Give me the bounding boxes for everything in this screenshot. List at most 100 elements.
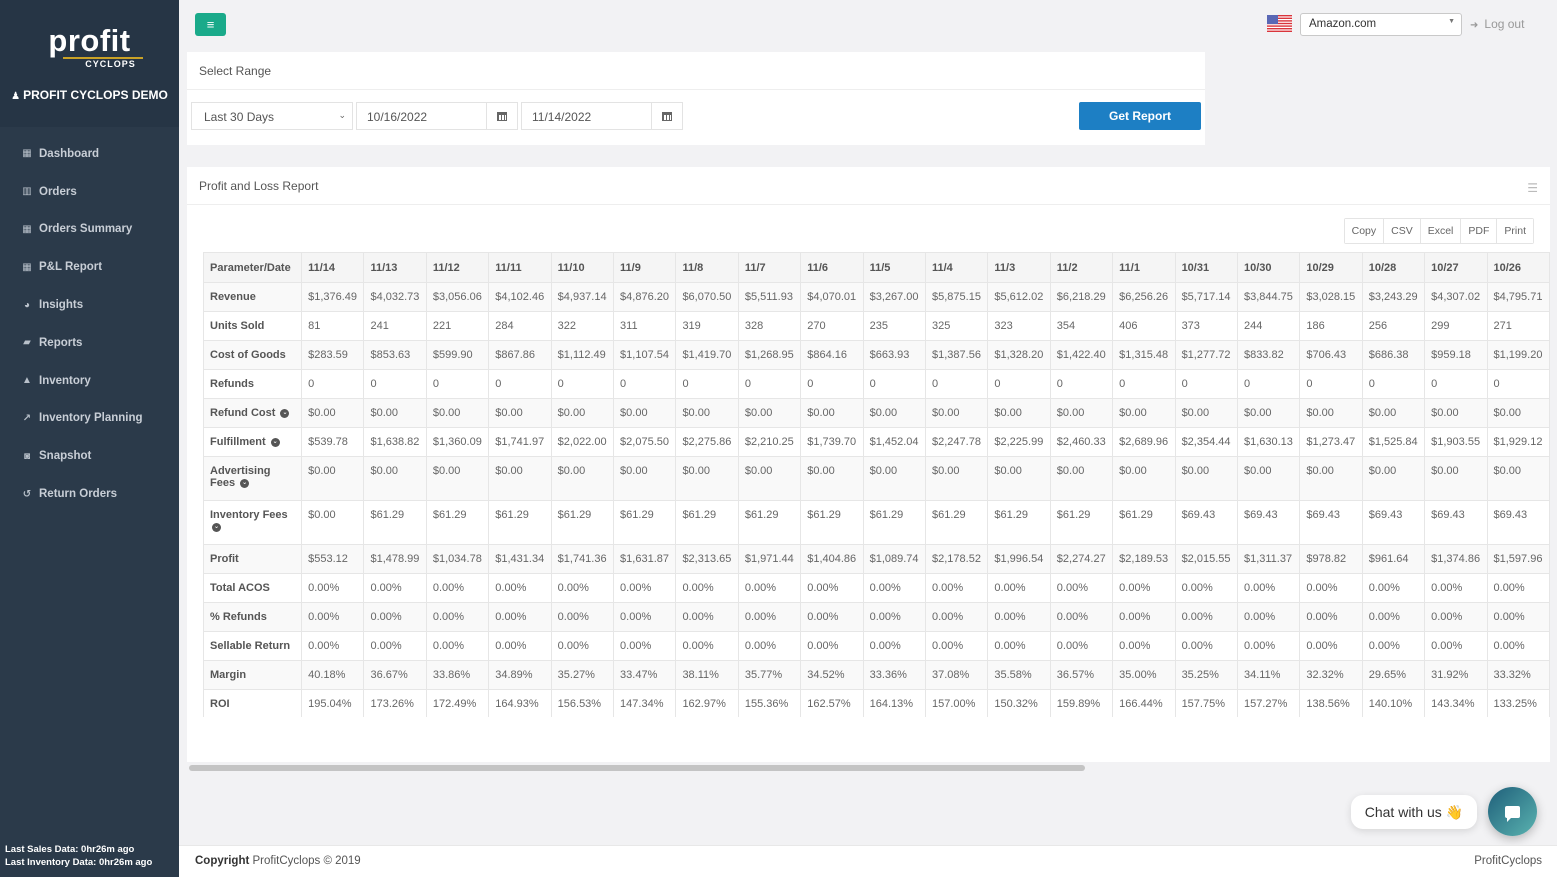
sidebar-item-inventory[interactable]: ▲ Inventory (0, 362, 179, 400)
table-cell: 33.32% (1486, 660, 1550, 690)
chevron-circle-down-icon[interactable]: ⌄ (212, 522, 221, 532)
column-header-date[interactable]: 10/27 (1424, 252, 1488, 283)
table-row: Advertising Fees ⌄ $0.00 $0.00 $0.00 $0.00 $0… (203, 456, 1550, 501)
column-header-date[interactable]: 11/12 (425, 252, 490, 283)
marketplace-select[interactable]: Amazon.com ▼ (1300, 13, 1462, 36)
chat-with-us-button[interactable]: Chat with us 👋 (1351, 795, 1477, 829)
table-cell: 373 (1174, 311, 1238, 341)
column-header-date[interactable]: 11/7 (737, 252, 802, 283)
export-csv-button[interactable]: CSV (1383, 219, 1420, 243)
column-header-date[interactable]: 11/4 (924, 252, 989, 283)
column-header-date[interactable]: 11/14 (301, 252, 365, 283)
table-cell: 35.27% (550, 660, 615, 690)
table-cell: 0.00% (550, 573, 615, 603)
chevron-circle-down-icon[interactable]: ⌄ (280, 408, 290, 418)
column-header-date[interactable]: 11/13 (363, 252, 427, 283)
table-cell: $706.43 (1299, 340, 1363, 370)
column-header-parameter[interactable]: Parameter/Date (203, 252, 303, 283)
data-freshness: Last Sales Data: 0hr26m ago Last Invento… (5, 844, 152, 869)
export-print-button[interactable]: Print (1496, 219, 1533, 243)
column-header-date[interactable]: 11/11 (488, 252, 552, 283)
column-header-date[interactable]: 11/2 (1049, 252, 1114, 283)
table-cell: 0 (488, 369, 552, 399)
column-header-date[interactable]: 11/1 (1112, 252, 1176, 283)
end-date-calendar-button[interactable] (651, 102, 683, 130)
sidebar-item-return-orders[interactable]: ↺ Return Orders (0, 475, 179, 513)
start-date-input[interactable]: 10/16/2022 (356, 102, 486, 130)
period-select[interactable]: Last 30 Days ⌄ (191, 102, 353, 130)
table-cell: $0.00 (924, 456, 989, 501)
column-header-date[interactable]: 11/10 (550, 252, 615, 283)
table-cell: $283.59 (301, 340, 365, 370)
export-excel-button[interactable]: Excel (1419, 219, 1461, 243)
sidebar-item-inventory-planning[interactable]: ↗ Inventory Planning (0, 400, 179, 438)
column-header-date[interactable]: 10/31 (1174, 252, 1238, 283)
start-date-calendar-button[interactable] (486, 102, 518, 130)
logo[interactable]: profit CYCLOPS (0, 25, 179, 70)
table-cell: 0.00% (1174, 602, 1238, 632)
table-cell: 0.00% (1361, 573, 1426, 603)
table-cell: 0.00% (737, 631, 802, 661)
select-range-title: Select Range (187, 52, 1205, 90)
table-cell: $0.00 (1174, 398, 1238, 428)
column-header-date[interactable]: 10/30 (1236, 252, 1301, 283)
table-cell: 0.00% (613, 602, 677, 632)
column-header-date[interactable]: 11/5 (862, 252, 927, 283)
table-cell: 319 (675, 311, 739, 341)
chevron-circle-down-icon[interactable]: ⌄ (240, 478, 250, 488)
get-report-button[interactable]: Get Report (1079, 102, 1201, 130)
column-header-date[interactable]: 11/3 (987, 252, 1051, 283)
pnl-table: Parameter/Date 11/14 11/13 11/12 11/11 11/10 1… (203, 252, 1550, 717)
column-header-date[interactable]: 10/26 (1486, 252, 1550, 283)
column-header-date[interactable]: 11/9 (613, 252, 677, 283)
hamburger-icon: ≡ (206, 17, 215, 32)
sidebar-item-dashboard[interactable]: ▦ Dashboard (0, 135, 179, 173)
column-header-date[interactable]: 11/6 (800, 252, 864, 283)
table-cell: 0.00% (301, 602, 365, 632)
table-cell: $0.00 (862, 456, 927, 501)
row-label: Units Sold (203, 311, 303, 341)
row-label-text: Inventory Fees (210, 509, 288, 521)
column-header-date[interactable]: 10/29 (1299, 252, 1363, 283)
row-label[interactable]: Fulfillment ⌄ (203, 427, 303, 457)
table-cell: $833.82 (1236, 340, 1301, 370)
chevron-circle-down-icon[interactable]: ⌄ (270, 437, 280, 447)
table-cell: 323 (987, 311, 1051, 341)
table-cell: $1,638.82 (363, 427, 427, 457)
list-icon[interactable]: ☰ (1527, 181, 1538, 195)
chat-launcher-button[interactable] (1488, 787, 1537, 836)
sidebar-item-insights[interactable]: ◕ Insights (0, 286, 179, 324)
table-cell: 0.00% (1299, 631, 1363, 661)
table-cell: 164.93% (488, 689, 552, 717)
table-cell: 33.47% (613, 660, 677, 690)
sidebar-item-snapshot[interactable]: ◙ Snapshot (0, 437, 179, 475)
row-label[interactable]: Advertising Fees ⌄ (203, 456, 303, 501)
export-pdf-button[interactable]: PDF (1460, 219, 1497, 243)
table-cell: $2,225.99 (987, 427, 1051, 457)
table-cell: 0.00% (800, 602, 864, 632)
sidebar-item-orders-summary[interactable]: ▦ Orders Summary (0, 211, 179, 249)
row-label[interactable]: Inventory Fees ⌄ (203, 500, 303, 545)
table-cell: 325 (924, 311, 989, 341)
sidebar-item-p-l-report[interactable]: ▦ P&L Report (0, 248, 179, 286)
table-cell: $3,028.15 (1299, 282, 1363, 312)
end-date-input[interactable]: 11/14/2022 (521, 102, 651, 130)
column-header-date[interactable]: 11/8 (675, 252, 739, 283)
table-cell: $0.00 (987, 398, 1051, 428)
table-cell: $2,210.25 (737, 427, 802, 457)
menu-toggle-button[interactable]: ≡ (195, 13, 226, 36)
logout-link[interactable]: ➜ Log out (1470, 17, 1524, 31)
export-copy-button[interactable]: Copy (1344, 219, 1384, 243)
scrollbar-thumb[interactable] (189, 765, 1085, 771)
table-cell: $0.00 (1112, 456, 1176, 501)
row-label[interactable]: Refund Cost ⌄ (203, 398, 303, 428)
sidebar-item-reports[interactable]: ▰ Reports (0, 324, 179, 362)
horizontal-scrollbar[interactable] (189, 764, 1550, 772)
table-row: Fulfillment ⌄ $539.78 $1,638.82 $1,360.09 $1… (203, 427, 1550, 457)
sidebar-item-orders[interactable]: ▥ Orders (0, 173, 179, 211)
sidebar-nav: ▦ Dashboard ▥ Orders ▦ Orders Summary ▦ P&L Rep… (0, 127, 179, 513)
sidebar-item-label: Insights (39, 299, 84, 312)
table-row: Total ACOS 0.00% 0.00% 0.00% 0.00% 0.00% 0.00%… (203, 573, 1550, 603)
table-cell: $2,313.65 (675, 544, 739, 574)
column-header-date[interactable]: 10/28 (1361, 252, 1426, 283)
